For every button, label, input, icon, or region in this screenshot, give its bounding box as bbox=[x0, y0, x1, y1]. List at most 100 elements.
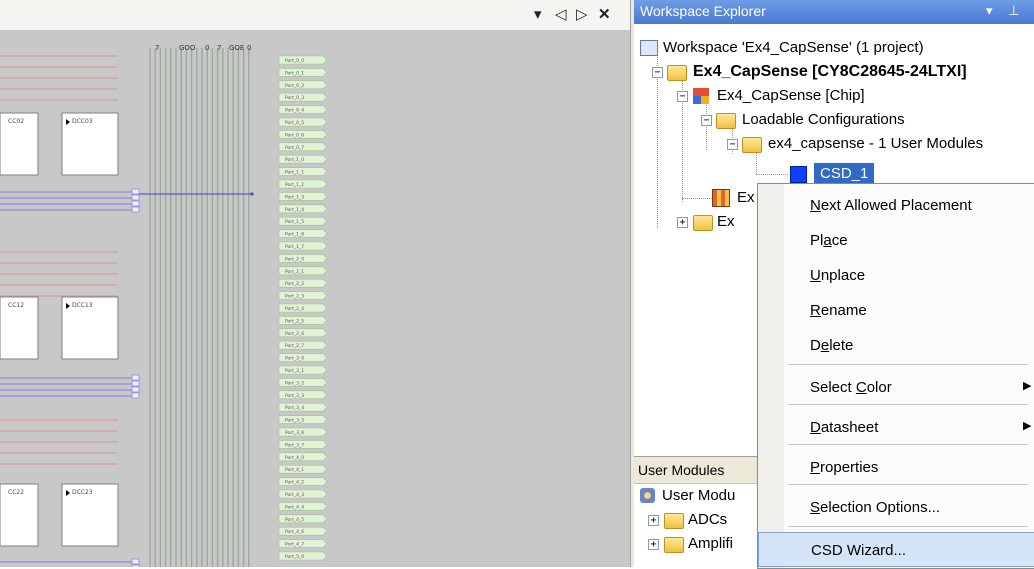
editor-tab-strip: ▾ ◁ ▷ ✕ bbox=[0, 0, 630, 31]
menu-item-selection-options[interactable]: Selection Options... bbox=[758, 490, 1034, 525]
folder-icon bbox=[664, 537, 684, 553]
port-pin-label: Port_0_5 bbox=[285, 120, 304, 126]
module-color-icon bbox=[790, 166, 807, 183]
port-pin-label: Port_1_0 bbox=[285, 157, 304, 163]
menu-item-label: Rename bbox=[810, 302, 867, 319]
port-pin-label: Port_3_2 bbox=[285, 380, 304, 386]
chip-routing-diagram: 7 GOO 0 7 GOE 0CC02 DCC03CC12 DCC13CC22 DCC23Por… bbox=[0, 44, 328, 567]
submenu-arrow-icon: ▶ bbox=[1023, 380, 1032, 392]
port-pin-label: Port_3_4 bbox=[285, 405, 304, 411]
digital-block-label: DCC13 bbox=[72, 302, 93, 309]
port-pin-label: Port_1_6 bbox=[285, 232, 304, 238]
port-pin-label: Port_3_7 bbox=[285, 442, 304, 448]
close-editor-icon[interactable]: ✕ bbox=[598, 6, 611, 24]
digital-block-label: CC12 bbox=[8, 302, 24, 309]
port-pin-label: Port_1_4 bbox=[285, 207, 304, 213]
route-mux bbox=[131, 386, 140, 393]
expand-icon[interactable]: + bbox=[677, 217, 688, 228]
port-pin-label: Port_1_5 bbox=[285, 219, 304, 225]
port-pin-label: Port_2_0 bbox=[285, 256, 304, 262]
menu-separator bbox=[788, 526, 1028, 527]
workspace-explorer-title: Workspace Explorer bbox=[640, 3, 766, 19]
route-mux bbox=[131, 392, 140, 399]
bus-label: GOE bbox=[229, 44, 244, 52]
route-mux bbox=[131, 194, 140, 201]
collapse-icon[interactable]: − bbox=[701, 115, 712, 126]
submenu-arrow-icon: ▶ bbox=[1023, 420, 1032, 432]
bus-label: 0 bbox=[247, 44, 251, 52]
window-list-dropdown-icon[interactable]: ▾ bbox=[534, 6, 542, 24]
digital-block-label: DCC23 bbox=[72, 489, 93, 496]
expand-icon[interactable]: + bbox=[648, 539, 659, 550]
collapse-icon[interactable]: − bbox=[652, 67, 663, 78]
menu-item-delete[interactable]: Delete bbox=[758, 328, 1034, 363]
scroll-left-icon[interactable]: ◁ bbox=[555, 6, 567, 24]
port-pin-label: Port_2_4 bbox=[285, 306, 304, 312]
filmstrip-icon bbox=[712, 189, 730, 207]
route-mux bbox=[131, 374, 140, 381]
route-mux bbox=[131, 188, 140, 195]
port-pin-label: Port_0_1 bbox=[285, 70, 304, 76]
expand-icon[interactable]: + bbox=[648, 515, 659, 526]
port-pin-label: Port_4_3 bbox=[285, 492, 304, 498]
chip-design-canvas[interactable]: 7 GOO 0 7 GOE 0 CC02 DCC03 CC12 DCC13 CC22 DCC23 Por… bbox=[0, 30, 630, 567]
port-pin-label: Port_3_5 bbox=[285, 418, 304, 424]
folder-icon bbox=[693, 215, 713, 231]
menu-item-rename[interactable]: Rename bbox=[758, 293, 1034, 328]
port-pin-label: Port_1_7 bbox=[285, 244, 304, 250]
port-pin-label: Port_0_3 bbox=[285, 95, 304, 101]
menu-item-properties[interactable]: Properties bbox=[758, 450, 1034, 485]
titlebar-buttons[interactable]: ▾ ⊥ X bbox=[986, 3, 1034, 19]
port-pin-label: Port_3_6 bbox=[285, 430, 304, 436]
port-pin-label: Port_3_3 bbox=[285, 393, 304, 399]
digital-block-label: CC22 bbox=[8, 489, 24, 496]
menu-item-label: Datasheet bbox=[810, 419, 879, 436]
port-pin-label: Port_2_2 bbox=[285, 281, 304, 287]
port-pin-label: Port_0_4 bbox=[285, 108, 304, 114]
port-pin-label: Port_3_1 bbox=[285, 368, 304, 374]
user-modules-icon bbox=[640, 488, 655, 503]
port-pin-label: Port_1_1 bbox=[285, 170, 304, 176]
menu-item-datasheet[interactable]: Datasheet ▶ bbox=[758, 410, 1034, 445]
chip-editor-panel: ▾ ◁ ▷ ✕ 7 GOO 0 7 GOE 0 CC02 DCC03 CC12 DCC13 CC22… bbox=[0, 0, 630, 567]
port-pin-label: Port_5_0 bbox=[285, 554, 304, 560]
port-pin-label: Port_0_7 bbox=[285, 145, 304, 151]
port-pin-label: Port_1_3 bbox=[285, 194, 304, 200]
workspace-icon bbox=[640, 40, 658, 56]
tree-line bbox=[682, 198, 712, 199]
route-mux bbox=[131, 200, 140, 207]
menu-item-label: CSD Wizard... bbox=[811, 542, 907, 559]
port-pin-label: Port_4_0 bbox=[285, 455, 304, 461]
menu-separator bbox=[788, 364, 1028, 365]
menu-item-label: Select Color bbox=[810, 379, 892, 396]
menu-item-label: Place bbox=[810, 232, 848, 249]
port-pin-label: Port_2_3 bbox=[285, 294, 304, 300]
context-menu: Next Allowed Placement Place Unplace Rename… bbox=[757, 183, 1034, 569]
menu-item-label: Delete bbox=[810, 337, 854, 354]
port-pin-label: Port_4_2 bbox=[285, 480, 304, 486]
bus-label: GOO bbox=[179, 44, 196, 52]
collapse-icon[interactable]: − bbox=[677, 91, 688, 102]
collapse-icon[interactable]: − bbox=[727, 139, 738, 150]
open-folder-icon bbox=[716, 113, 736, 129]
menu-item-csd-wizard[interactable]: CSD Wizard... bbox=[758, 532, 1034, 567]
port-pin-label: Port_4_5 bbox=[285, 517, 304, 523]
menu-item-label: Next Allowed Placement bbox=[810, 197, 972, 214]
port-pin-label: Port_4_6 bbox=[285, 529, 304, 535]
bus-label: 7 bbox=[217, 44, 221, 52]
menu-item-place[interactable]: Place bbox=[758, 223, 1034, 258]
menu-item-unplace[interactable]: Unplace bbox=[758, 258, 1034, 293]
menu-item-label: Properties bbox=[810, 459, 879, 476]
digital-block-label: CC02 bbox=[8, 118, 24, 125]
bus-label: 7 bbox=[155, 44, 159, 52]
port-pin-label: Port_4_7 bbox=[285, 542, 304, 548]
port-pin-label: Port_3_0 bbox=[285, 356, 304, 362]
scroll-right-icon[interactable]: ▷ bbox=[576, 6, 588, 24]
port-pin-label: Port_4_4 bbox=[285, 504, 304, 510]
menu-item-select-color[interactable]: Select Color ▶ bbox=[758, 370, 1034, 405]
menu-item-next-allowed-placement[interactable]: Next Allowed Placement bbox=[758, 188, 1034, 223]
port-pin-label: Port_0_2 bbox=[285, 83, 304, 89]
port-pin-label: Port_1_2 bbox=[285, 182, 304, 188]
workspace-explorer-titlebar: Workspace Explorer ▾ ⊥ X bbox=[634, 0, 1034, 24]
port-pin-label: Port_0_0 bbox=[285, 58, 304, 64]
